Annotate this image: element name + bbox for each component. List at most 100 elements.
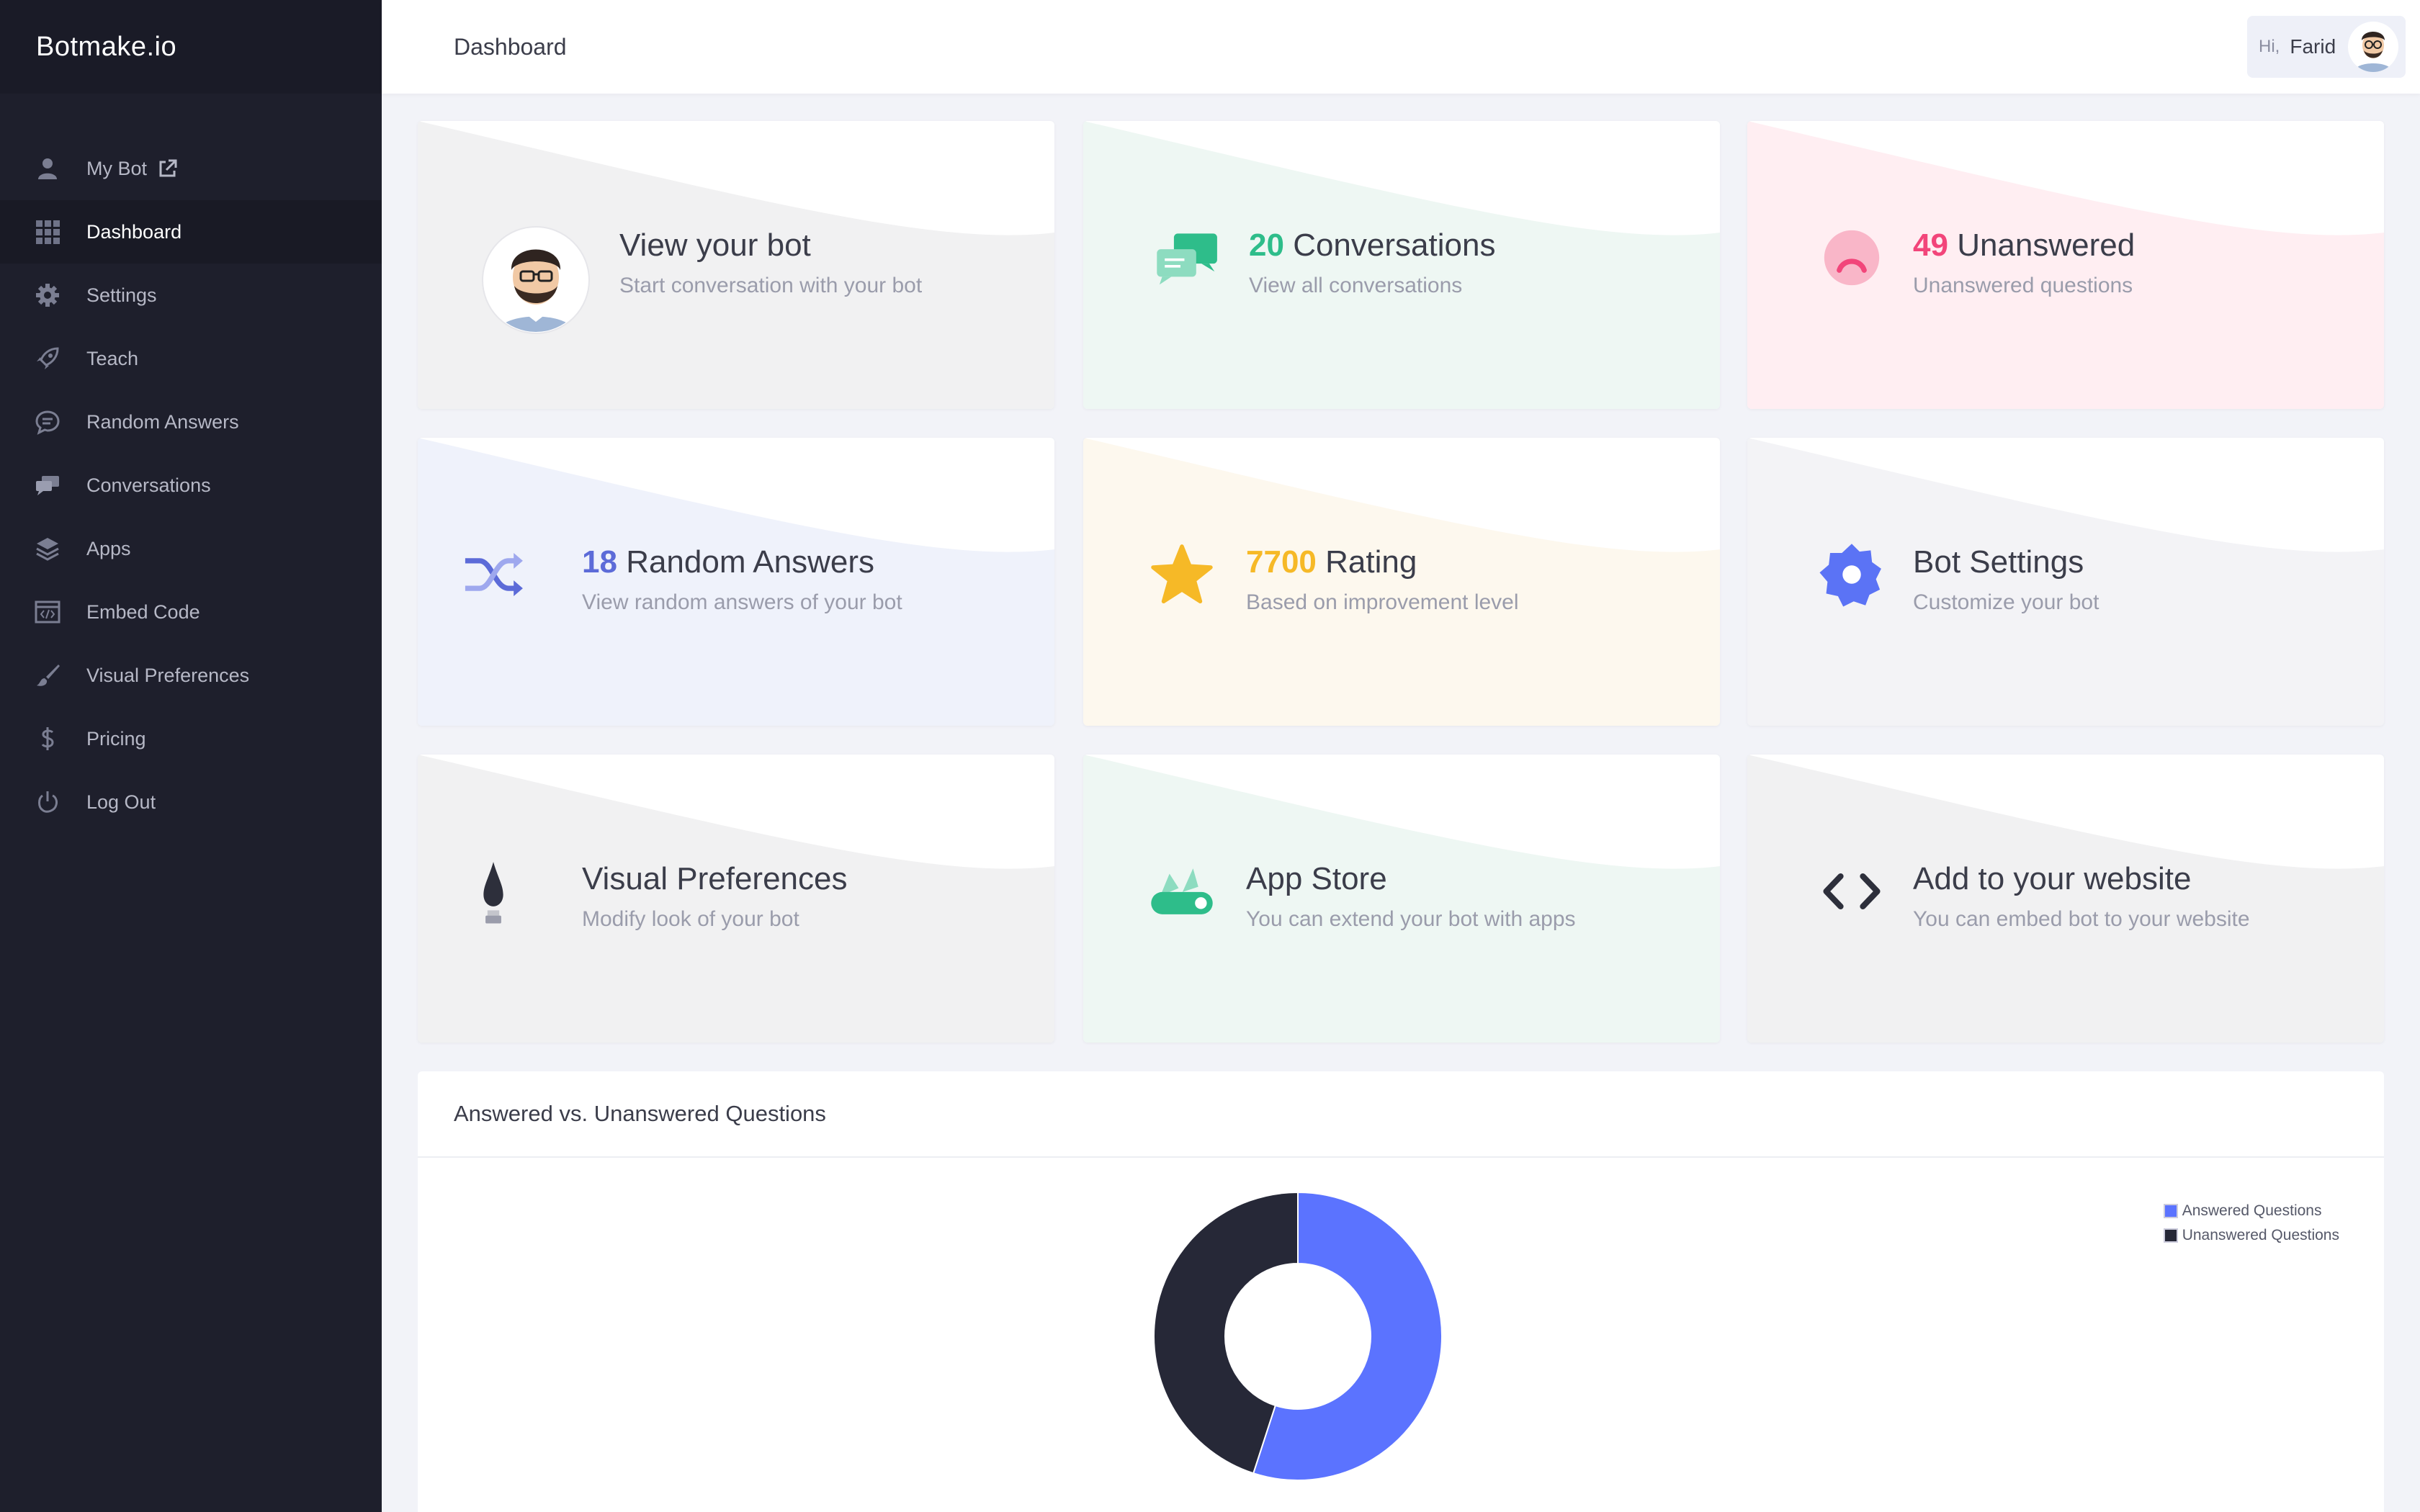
brand-logo[interactable]: Botmake.io [0,0,382,94]
sidebar-item-label: Apps [86,537,131,559]
brush-icon [35,662,60,688]
card-title: Visual Preferences [582,861,848,897]
legend-swatch [2163,1204,2178,1218]
code-brackets-icon [1812,852,1891,931]
sidebar-item-label: Random Answers [86,410,239,433]
sidebar-item-pricing[interactable]: Pricing [0,707,382,770]
card-title-label: App Store [1246,861,1387,896]
card-title-label: Random Answers [626,544,875,580]
card-subtitle: Modify look of your bot [582,907,799,931]
card-bot-settings[interactable]: Bot Settings Customize your bot [1747,438,2384,726]
dollar-icon [35,726,60,752]
bot-avatar-icon [481,225,591,335]
sidebar-item-label: Teach [86,347,139,369]
layers-icon [35,536,60,562]
greeting-text: Hi, [2259,37,2280,56]
legend-label: Answered Questions [2182,1202,2322,1219]
sidebar-item-dashboard[interactable]: Dashboard [0,200,382,264]
gear-icon [35,282,60,308]
card-title-label: Rating [1325,544,1417,580]
card-number: 18 [582,544,617,580]
user-menu[interactable]: Hi, Farid [2247,16,2406,78]
sidebar-item-label: My Bot [86,157,148,179]
external-link-icon [159,159,177,177]
card-subtitle: View all conversations [1249,274,1463,297]
card-conversations[interactable]: 20 Conversations View all conversations [1083,121,1720,409]
sidebar-item-label: Settings [86,284,157,306]
sidebar-item-visual-preferences[interactable]: Visual Preferences [0,644,382,707]
star-icon [1142,535,1222,614]
card-random-answers[interactable]: 18 Random Answers View random answers of… [418,438,1054,726]
card-text: 20 Conversations View all conversations [1249,228,1495,298]
chat-bubble-icon [35,409,60,435]
power-icon [35,789,60,815]
sidebar-item-log-out[interactable]: Log Out [0,770,382,834]
sidebar-item-my-bot[interactable]: My Bot [0,137,382,200]
card-title: 49 Unanswered [1913,228,2135,264]
card-subtitle: Unanswered questions [1913,274,2133,297]
legend-label: Unanswered Questions [2182,1227,2339,1243]
sidebar-item-conversations[interactable]: Conversations [0,454,382,517]
card-title-label: Conversations [1293,228,1496,263]
sidebar-item-label: Embed Code [86,600,200,623]
sidebar-item-settings[interactable]: Settings [0,264,382,327]
card-number: 7700 [1246,544,1317,580]
card-subtitle: View random answers of your bot [582,590,902,614]
card-title-label: View your bot [619,228,811,263]
conversations-icon [1148,218,1227,297]
card-visual-preferences[interactable]: Visual Preferences Modify look of your b… [418,755,1054,1043]
card-text: View your bot Start conversation with yo… [619,228,922,298]
legend-swatch [2163,1228,2178,1243]
user-icon [35,156,60,181]
card-subtitle: You can extend your bot with apps [1246,907,1576,931]
sidebar-item-embed-code[interactable]: Embed Code [0,580,382,644]
card-title: 7700 Rating [1246,544,1519,580]
sidebar-item-teach[interactable]: Teach [0,327,382,390]
card-subtitle: Customize your bot [1913,590,2099,614]
card-title: 20 Conversations [1249,228,1495,264]
card-title-label: Unanswered [1957,228,2136,263]
card-number: 20 [1249,228,1284,263]
user-name: Farid [2290,35,2336,58]
sidebar-item-random-answers[interactable]: Random Answers [0,390,382,454]
legend-item[interactable]: Unanswered Questions [2163,1227,2339,1244]
card-text: 49 Unanswered Unanswered questions [1913,228,2135,298]
grid-icon [35,219,60,245]
card-text: Bot Settings Customize your bot [1913,544,2099,615]
sad-face-icon [1812,218,1891,297]
card-text: 18 Random Answers View random answers of… [582,544,902,615]
card-text: Visual Preferences Modify look of your b… [582,861,848,932]
sidebar-item-label: Pricing [86,727,146,750]
card-title-label: Add to your website [1913,861,2192,896]
rocket-icon [35,346,60,372]
page-title: Dashboard [454,33,567,60]
card-title: Add to your website [1913,861,2250,897]
card-text: 7700 Rating Based on improvement level [1246,544,1519,615]
legend-item[interactable]: Answered Questions [2163,1202,2339,1220]
sidebar-item-label: Log Out [86,791,156,813]
toggle-app-icon [1142,852,1222,931]
card-add-to-website[interactable]: Add to your website You can embed bot to… [1747,755,2384,1043]
card-subtitle: Start conversation with your bot [619,274,923,297]
shuffle-icon [454,535,533,614]
card-title: Bot Settings [1913,544,2099,580]
donut-chart [1153,1191,1443,1481]
card-rating[interactable]: 7700 Rating Based on improvement level [1083,438,1720,726]
comments-icon [35,472,60,498]
sidebar-item-label: Dashboard [86,220,182,243]
sidebar-item-apps[interactable]: Apps [0,517,382,580]
code-window-icon [35,599,60,625]
sidebar: Botmake.io My Bot Dashboard Settings Tea… [0,0,382,1512]
sidebar-item-label: Visual Preferences [86,664,250,686]
card-text: Add to your website You can embed bot to… [1913,861,2250,932]
card-title: 18 Random Answers [582,544,902,580]
card-unanswered[interactable]: 49 Unanswered Unanswered questions [1747,121,2384,409]
chart-panel: Answered vs. Unanswered Questions Answer… [418,1071,2384,1512]
sidebar-nav: My Bot Dashboard Settings Teach Random A… [0,137,382,834]
card-title: App Store [1246,861,1576,897]
card-number: 49 [1913,228,1948,263]
card-view-bot[interactable]: View your bot Start conversation with yo… [418,121,1054,409]
card-title: View your bot [619,228,922,264]
card-app-store[interactable]: App Store You can extend your bot with a… [1083,755,1720,1043]
card-subtitle: Based on improvement level [1246,590,1519,614]
